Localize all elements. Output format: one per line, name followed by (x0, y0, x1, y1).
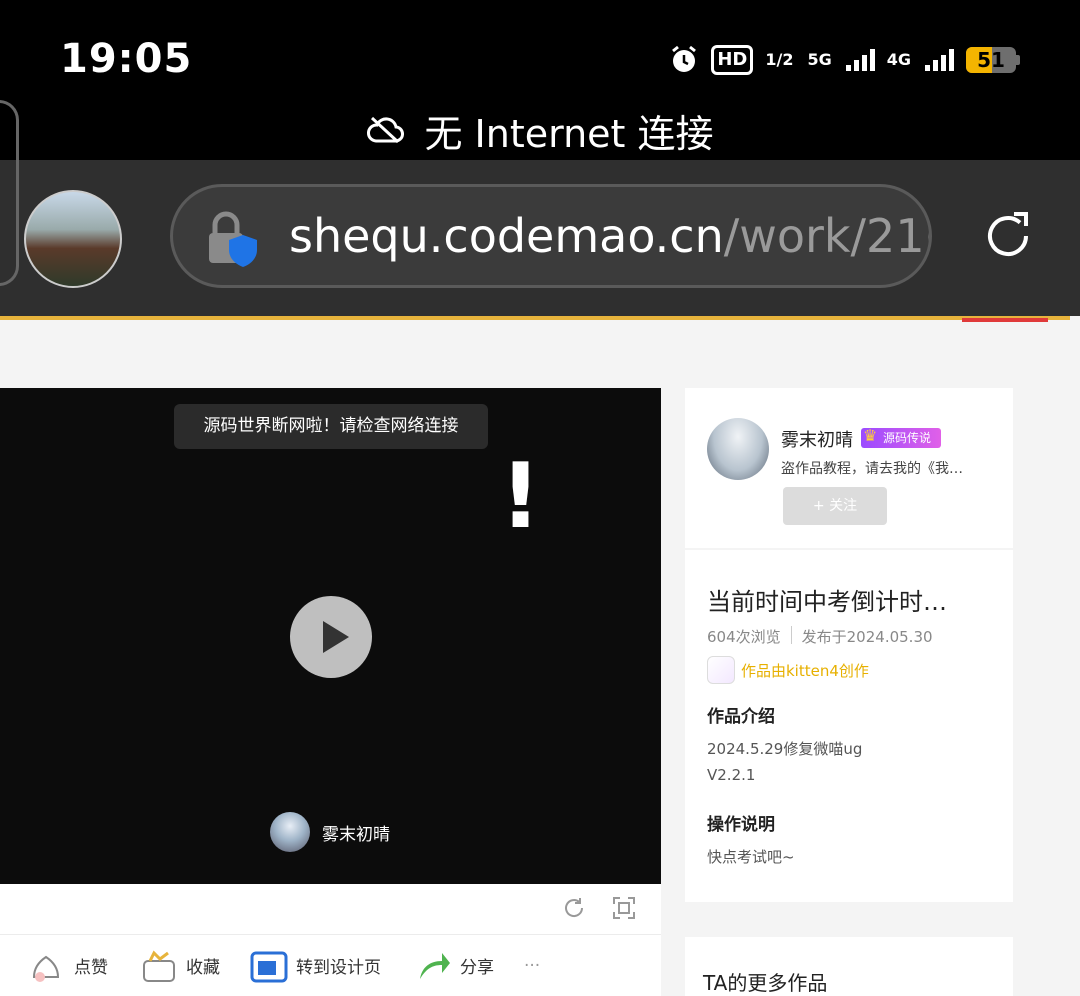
tab-switcher-edge[interactable] (0, 100, 19, 286)
signal-5g-icon (845, 49, 875, 71)
like-icon (32, 955, 60, 982)
player-toolbar (0, 884, 661, 935)
fullscreen-icon[interactable] (612, 896, 636, 920)
like-label: 点赞 (74, 958, 108, 978)
signal-4g-icon (925, 49, 954, 71)
hd-sim-label: 1/2 (765, 50, 794, 69)
url-host: shequ.codemao.cn (289, 209, 724, 263)
author-card: 雾末初晴 源码传说 ♛ 盗作品教程，请去我的《我… + 关注 (685, 388, 1013, 548)
player-author-name: 雾末初晴 (322, 824, 390, 845)
intro-heading: 作品介绍 (707, 707, 775, 727)
more-works-title: TA的更多作品 (703, 971, 828, 995)
design-page-label: 转到设计页 (296, 958, 381, 978)
intro-line: 2024.5.29修复微喵ug (707, 740, 863, 758)
net-5g-label: 5G (807, 50, 832, 69)
kitten-icon (707, 656, 735, 684)
cloud-off-icon (367, 116, 405, 144)
lock-shield-icon[interactable] (205, 209, 261, 269)
hd-voice-icon: HD (711, 45, 754, 75)
design-page-icon (250, 951, 288, 982)
battery-level: 51 (977, 48, 1005, 72)
url-text[interactable]: shequ.codemao.cn/work/21( (289, 209, 932, 263)
intro-line: V2.2.1 (707, 766, 756, 784)
collect-icon (143, 949, 175, 982)
more-works-card: TA的更多作品 (685, 937, 1013, 996)
reload-icon[interactable] (978, 206, 1038, 266)
meta-divider (790, 626, 792, 644)
network-warning: 无 Internet 连接 (0, 100, 1080, 160)
author-name[interactable]: 雾末初晴 (781, 426, 853, 452)
address-bar[interactable]: shequ.codemao.cn/work/21( (170, 184, 932, 288)
player-author[interactable]: 雾末初晴 (270, 812, 390, 852)
restart-icon[interactable] (562, 896, 586, 920)
page-accent-red (962, 318, 1048, 322)
avatar (270, 812, 310, 852)
work-tool-label: 作品由kitten4创作 (741, 661, 869, 680)
work-actions: 点赞 收藏 转到设计页 分享 ··· (0, 935, 661, 996)
page-accent-line (0, 316, 1070, 320)
offline-toast: 源码世界断网啦！请检查网络连接 (174, 404, 488, 449)
status-icons: HD 1/2 5G 4G 51 (669, 40, 1020, 80)
battery-icon: 51 (966, 47, 1020, 73)
collect-button[interactable]: 收藏 (140, 935, 220, 996)
publish-date: 发布于2024.05.30 (801, 628, 933, 646)
author-avatar[interactable] (707, 418, 769, 480)
network-warning-text: 无 Internet 连接 (424, 111, 714, 156)
alarm-icon (672, 45, 697, 72)
site-thumbnail[interactable] (24, 190, 122, 288)
status-time: 19:05 (60, 36, 193, 82)
exclamation-mark: ! (500, 444, 542, 549)
ops-heading: 操作说明 (707, 815, 775, 835)
work-info-card: 当前时间中考倒计时… 604次浏览 发布于2024.05.30 作品由kitte… (685, 550, 1013, 902)
work-tool[interactable]: 作品由kitten4创作 (707, 656, 869, 684)
share-label: 分享 (460, 958, 494, 978)
collect-label: 收藏 (186, 958, 220, 978)
work-meta: 604次浏览 发布于2024.05.30 (707, 626, 933, 647)
play-button[interactable] (290, 596, 372, 678)
author-bio: 盗作品教程，请去我的《我… (781, 461, 963, 477)
follow-button[interactable]: + 关注 (783, 487, 887, 525)
net-4g-label: 4G (886, 50, 911, 69)
view-count: 604次浏览 (707, 628, 781, 646)
work-title: 当前时间中考倒计时… (707, 588, 947, 616)
share-icon (420, 952, 450, 979)
url-path: /work/21( (723, 209, 932, 263)
share-button[interactable]: 分享 (414, 935, 494, 996)
ops-text: 快点考试吧~ (707, 848, 795, 866)
design-page-button[interactable]: 转到设计页 (250, 935, 381, 996)
more-button[interactable]: ··· (524, 935, 540, 996)
crown-icon: ♛ (863, 426, 878, 445)
like-button[interactable]: 点赞 (28, 935, 108, 996)
